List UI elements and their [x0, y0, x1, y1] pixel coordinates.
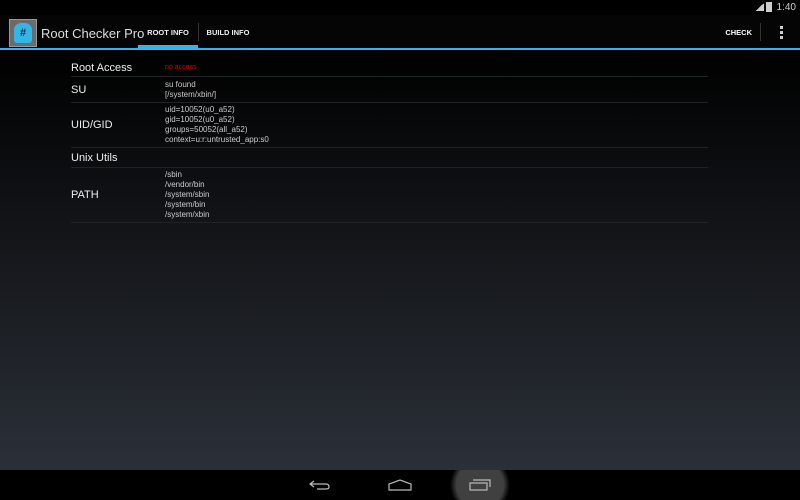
value-line: /sbin	[165, 170, 182, 179]
value-line: no access	[165, 64, 197, 71]
value-line: [/system/xbin/]	[165, 89, 217, 99]
value-line: /system/xbin	[165, 210, 210, 219]
home-icon	[388, 479, 412, 491]
content: Root Access no access SU su found [/system/x…	[0, 50, 800, 470]
value-line: groups=50052(all_a52)	[165, 125, 248, 134]
value-line: context=u:r:untrusted_app:s0	[165, 135, 269, 144]
back-button[interactable]	[290, 470, 350, 500]
android-hash-icon: #	[14, 23, 32, 43]
recent-apps-button[interactable]	[440, 470, 520, 500]
check-button[interactable]: CHECK	[725, 15, 752, 50]
info-row: Unix Utils	[71, 148, 708, 168]
tab-divider	[198, 23, 199, 41]
tab-root-info[interactable]: ROOT INFO	[138, 15, 198, 48]
action-divider	[760, 23, 761, 41]
row-label: UID/GID	[71, 119, 113, 131]
clock: 1:40	[776, 2, 796, 13]
navigation-bar	[0, 470, 800, 500]
row-value: no access	[165, 61, 197, 75]
value-line: /vendor/bin	[165, 180, 205, 189]
row-label: Root Access	[71, 62, 133, 74]
app-title: Root Checker Pro	[41, 26, 145, 41]
root-info-table: Root Access no access SU su found [/system/x…	[71, 60, 708, 223]
back-icon	[309, 480, 330, 490]
info-row: PATH/sbin/vendor/bin/system/sbin/system/…	[71, 168, 708, 223]
value-line: /system/bin	[165, 200, 206, 209]
value-line: uid=10052(u0_a52)	[165, 105, 235, 114]
row-label: PATH	[71, 189, 99, 201]
status-bar: 1:40	[0, 0, 800, 15]
signal-icon	[756, 3, 764, 11]
row-value: /sbin/vendor/bin/system/sbin/system/bin /…	[165, 168, 209, 222]
recent-apps-icon	[469, 479, 491, 491]
overflow-menu-icon[interactable]	[780, 26, 784, 39]
home-button[interactable]	[370, 470, 430, 500]
app-icon[interactable]: #	[9, 19, 37, 47]
value-line: /system/sbin	[165, 190, 210, 199]
info-row: UID/GID uid=10052(u0_a52) gid=10052(u0_a52…	[71, 103, 708, 148]
action-bar: # Root Checker Pro ROOT INFO BUILD INFO …	[0, 15, 800, 50]
row-label: SU	[71, 83, 87, 96]
info-row: SU su found [/system/xbin/]	[71, 77, 708, 103]
row-label: Unix Utils	[71, 151, 118, 164]
battery-icon	[766, 2, 772, 12]
tab-build-info[interactable]: BUILD INFO	[200, 15, 256, 48]
value-line: su found	[165, 79, 196, 89]
row-value: uid=10052(u0_a52) gid=10052(u0_a52) groups…	[165, 103, 269, 147]
value-line: gid=10052(u0_a52)	[165, 115, 235, 124]
row-value: su found [/system/xbin/]	[165, 78, 216, 102]
info-row: Root Access no access	[71, 60, 708, 77]
